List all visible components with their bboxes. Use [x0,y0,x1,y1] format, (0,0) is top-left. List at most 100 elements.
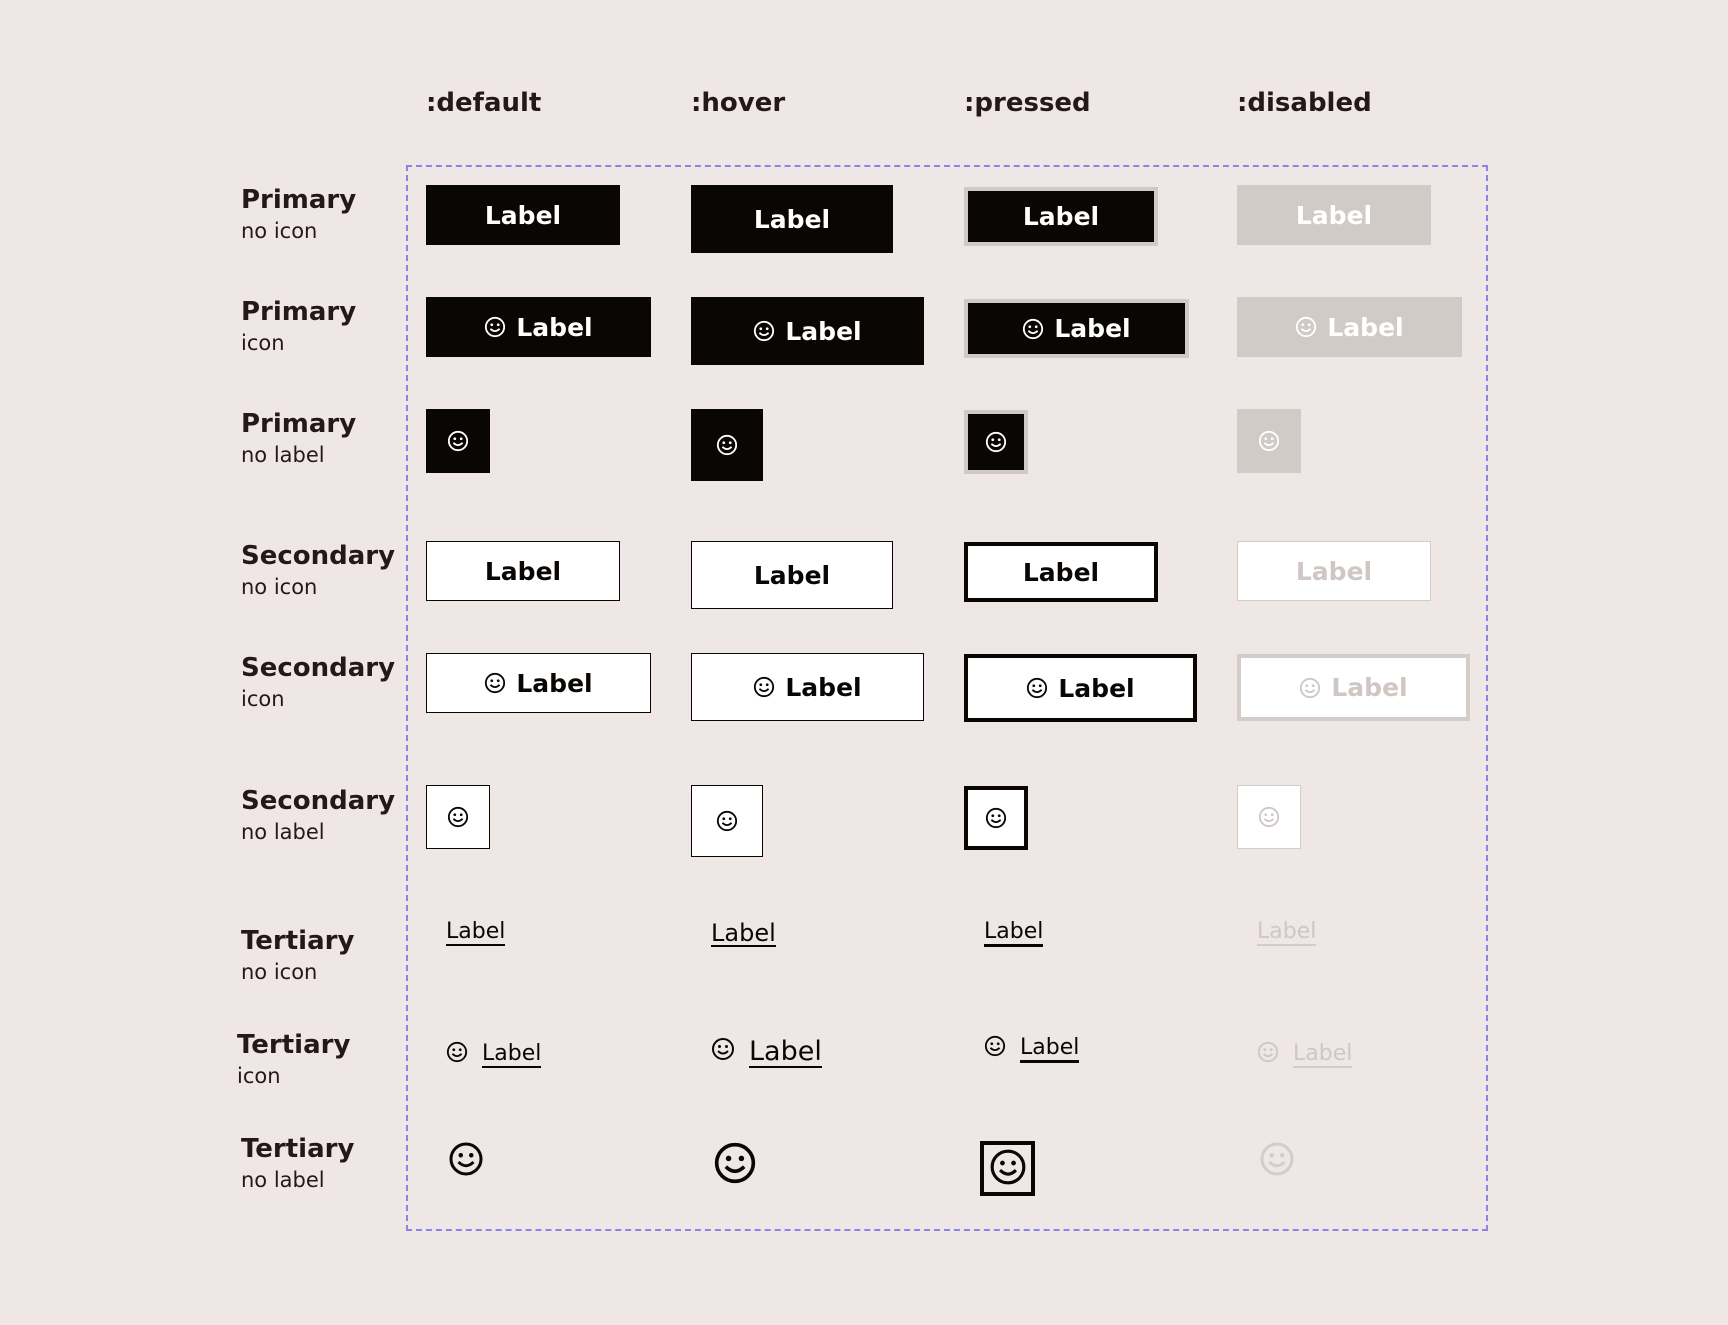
button-label: Label [1020,1035,1080,1063]
tertiary-icon-button-pressed[interactable]: Label [984,1035,1080,1063]
button-label: Label [1293,1041,1353,1068]
button-label: Label [1022,557,1100,587]
row-subtitle: no icon [241,219,318,243]
row-title: Primary [241,409,357,439]
tertiary-icon-only-button-pressed[interactable] [980,1141,1035,1196]
row-subtitle: no label [241,820,325,844]
row-label-tertiary-no-icon: Tertiary no icon [241,924,354,986]
row-subtitle: no icon [241,575,318,599]
tertiary-icon-only-button-default[interactable] [446,1141,486,1181]
primary-button-hover[interactable]: Label [691,185,893,253]
column-header-default: :default [426,88,542,118]
button-label: Label [484,200,562,230]
row-label-secondary-no-label: Secondary no label [241,784,395,846]
smiley-icon [1026,677,1048,699]
tertiary-button-hover[interactable]: Label [711,921,776,947]
tertiary-icon-button-hover[interactable]: Label [711,1037,822,1068]
secondary-icon-button-pressed[interactable]: Label [964,654,1197,722]
primary-icon-only-button-hover[interactable] [691,409,763,481]
row-subtitle: no icon [241,960,318,984]
button-label: Label [711,919,776,947]
row-title: Primary [241,297,357,327]
row-subtitle: icon [241,331,285,355]
button-label: Label [1257,919,1317,946]
smiley-icon [716,810,738,832]
smiley-icon [1299,677,1321,699]
row-title: Tertiary [241,926,355,956]
smiley-icon [1258,430,1280,452]
button-label: Label [753,204,831,234]
smiley-icon [713,1141,757,1189]
smiley-icon [484,672,506,694]
tertiary-icon-button-disabled: Label [1257,1041,1353,1069]
button-label: Label [1295,556,1373,586]
row-subtitle: icon [237,1064,281,1088]
primary-button-disabled: Label [1237,185,1431,245]
row-title: Tertiary [237,1030,351,1060]
button-label: Label [516,668,593,698]
secondary-icon-only-button-default[interactable] [426,785,490,849]
primary-button-default[interactable]: Label [426,185,620,245]
button-label: Label [749,1035,822,1068]
row-label-primary-no-icon: Primary no icon [241,183,356,245]
primary-icon-button-hover[interactable]: Label [691,297,924,365]
tertiary-icon-button-default[interactable]: Label [446,1041,542,1069]
button-label: Label [1054,314,1131,343]
button-label: Label [1295,200,1373,230]
smiley-icon [711,1037,735,1068]
smiley-icon [753,320,775,342]
button-label: Label [1331,673,1408,702]
secondary-icon-button-default[interactable]: Label [426,653,651,713]
button-label: Label [484,556,562,586]
row-title: Primary [241,185,357,215]
row-subtitle: icon [241,687,285,711]
primary-icon-button-default[interactable]: Label [426,297,651,357]
secondary-button-pressed[interactable]: Label [964,542,1158,602]
row-title: Secondary [241,541,396,571]
primary-icon-only-button-default[interactable] [426,409,490,473]
secondary-icon-only-button-hover[interactable] [691,785,763,857]
primary-icon-only-button-pressed[interactable] [964,410,1028,474]
primary-button-pressed[interactable]: Label [964,187,1158,246]
tertiary-button-disabled: Label [1257,919,1317,946]
button-label: Label [446,919,506,946]
smiley-icon [1259,1141,1295,1181]
secondary-button-disabled: Label [1237,541,1431,601]
button-label: Label [1327,312,1404,342]
tertiary-icon-only-button-hover[interactable] [711,1141,759,1189]
tertiary-icon-only-button-disabled [1257,1141,1297,1181]
tertiary-button-default[interactable]: Label [446,919,506,946]
primary-icon-button-pressed[interactable]: Label [964,299,1189,358]
row-title: Secondary [241,653,396,683]
button-label: Label [1022,202,1100,231]
row-subtitle: no label [241,443,325,467]
secondary-icon-button-hover[interactable]: Label [691,653,924,721]
row-label-primary-no-label: Primary no label [241,407,356,469]
column-header-hover: :hover [691,88,786,118]
row-label-secondary-no-icon: Secondary no icon [241,539,395,601]
secondary-button-hover[interactable]: Label [691,541,893,609]
smiley-icon [447,806,469,828]
button-label: Label [482,1041,542,1068]
secondary-icon-only-button-pressed[interactable] [964,786,1028,850]
button-label: Label [753,560,831,590]
smiley-icon [716,434,738,456]
button-label: Label [785,316,862,346]
tertiary-button-pressed[interactable]: Label [984,920,1044,947]
row-label-secondary-icon: Secondary icon [241,651,395,713]
button-label: Label [516,312,593,342]
smiley-icon [447,430,469,452]
secondary-button-default[interactable]: Label [426,541,620,601]
primary-icon-button-disabled: Label [1237,297,1462,357]
button-label: Label [785,672,862,702]
row-label-tertiary-no-label: Tertiary no label [241,1132,354,1194]
smiley-icon [1295,316,1317,338]
row-subtitle: no label [241,1168,325,1192]
smiley-icon [989,1148,1027,1190]
button-label: Label [984,920,1044,947]
smiley-icon [985,431,1007,453]
smiley-icon [1258,806,1280,828]
smiley-icon [448,1141,484,1181]
row-label-tertiary-icon: Tertiary icon [237,1028,350,1090]
primary-icon-only-button-disabled [1237,409,1301,473]
